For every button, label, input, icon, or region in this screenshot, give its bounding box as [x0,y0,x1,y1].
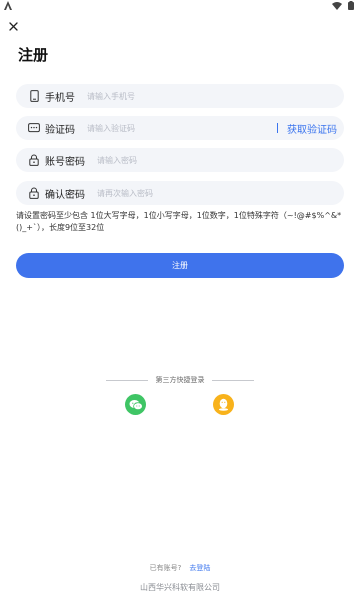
go-login-link[interactable]: 去登陆 [189,563,210,573]
phone-icon [27,89,41,103]
lock-icon [27,186,41,200]
confirm-password-input[interactable] [97,188,344,198]
close-icon [8,21,18,31]
wechat-login-button[interactable] [125,394,146,415]
battery-icon [348,1,354,10]
has-account-text: 已有账号? [149,564,182,572]
code-label: 验证码 [45,124,75,136]
password-label: 账号密码 [45,156,85,168]
wifi-icon [332,1,342,10]
code-field[interactable]: 验证码 获取验证码 [16,116,344,140]
lock-icon [27,153,41,167]
message-icon [27,121,41,135]
divider-line [106,379,148,381]
wechat-icon [129,399,143,410]
qq-icon [218,398,229,411]
register-button[interactable]: 注册 [16,253,344,278]
status-bar [0,0,360,12]
code-divider [277,123,278,133]
close-button[interactable] [5,18,21,34]
divider-line [212,379,254,381]
phone-input[interactable] [87,91,344,101]
notification-icon [4,1,12,10]
qq-login-button[interactable] [213,394,234,415]
confirm-password-field[interactable]: 确认密码 [16,181,344,205]
third-party-label: 第三方快捷登录 [155,376,205,384]
status-icons [332,1,354,10]
phone-field[interactable]: 手机号 [16,84,344,108]
phone-label: 手机号 [45,92,75,104]
password-field[interactable]: 账号密码 [16,148,344,172]
password-hint: 请设置密码至少包含 1位大写字母，1位小写字母，1位数字，1位特殊字符（~!@#… [16,211,342,232]
confirm-password-label: 确认密码 [45,189,85,201]
password-input[interactable] [97,155,344,165]
login-prompt: 已有账号? 去登陆 [0,563,360,573]
code-input[interactable] [87,123,277,133]
page-title: 注册 [18,46,49,64]
company-name: 山西华兴科软有限公司 [140,583,220,592]
third-party-divider: 第三方快捷登录 [106,375,254,385]
get-code-button[interactable]: 获取验证码 [287,121,337,136]
